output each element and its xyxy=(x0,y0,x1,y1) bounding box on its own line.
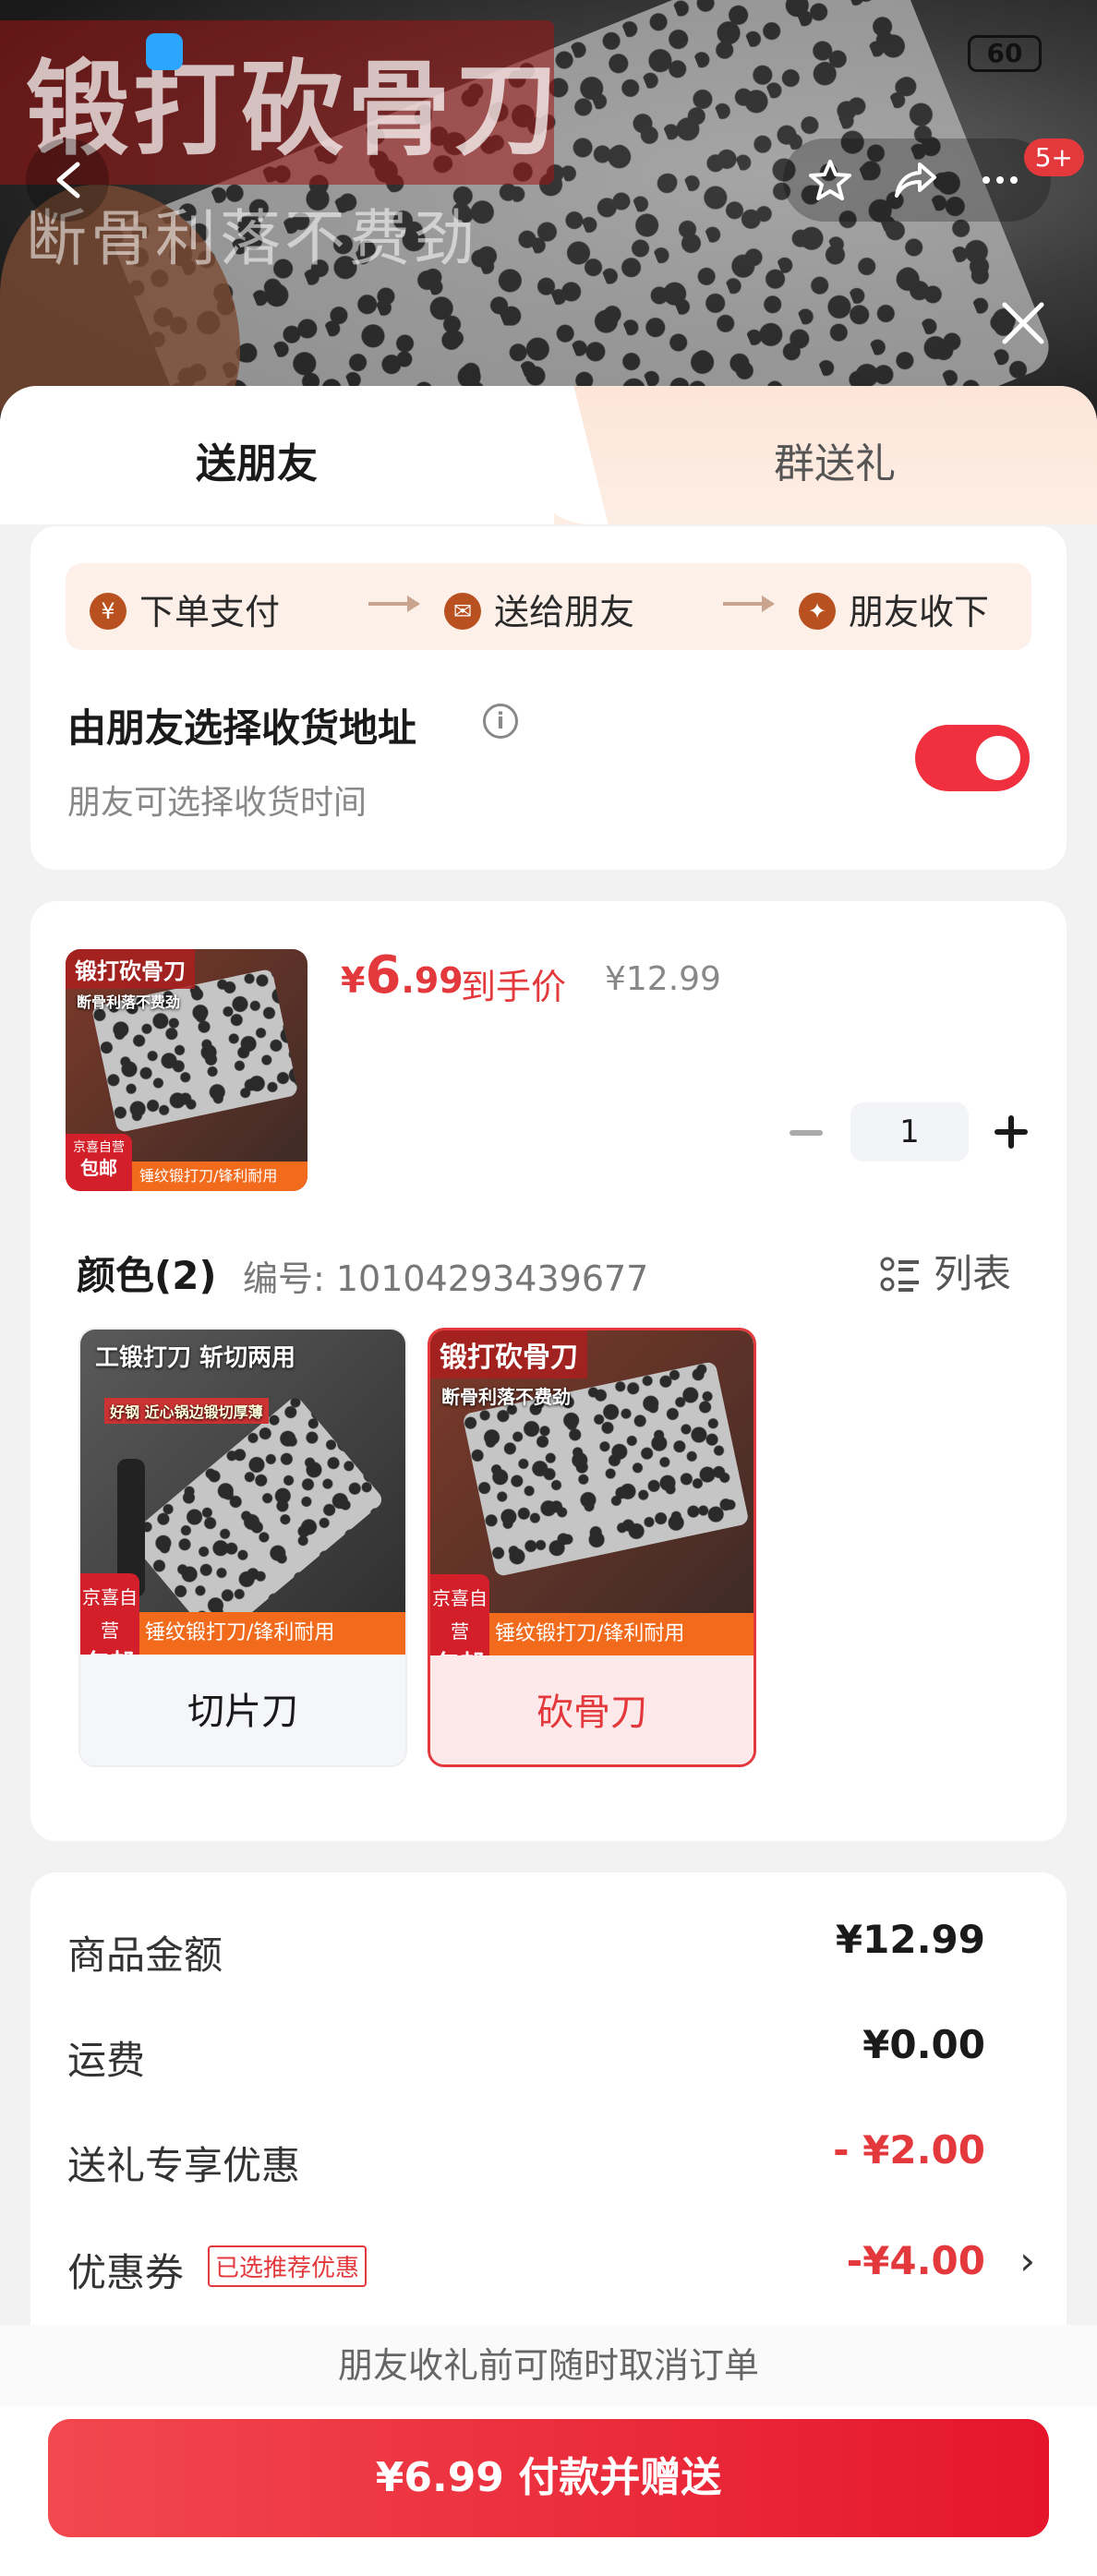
shipping-label: 运费 xyxy=(67,2038,146,2083)
info-icon[interactable]: i xyxy=(483,704,518,739)
top-action-group xyxy=(783,138,1051,222)
message-count-badge: 5+ xyxy=(1023,138,1084,176)
chevron-right-icon[interactable]: › xyxy=(1019,2238,1035,2283)
step-pay: ¥ 下单支付 xyxy=(90,584,280,634)
pay-bar: ¥6.99 付款并赠送 xyxy=(0,2406,1097,2576)
address-option-subtitle: 朋友可选择收货时间 xyxy=(67,784,368,822)
tab-group-gift[interactable]: 群送礼 xyxy=(774,430,896,489)
toggle-knob xyxy=(976,736,1020,780)
original-price: ¥12.99 xyxy=(605,960,721,998)
quantity-input[interactable]: 1 xyxy=(850,1102,969,1162)
message-notification-icon xyxy=(146,33,183,70)
final-price-label: 到手价 xyxy=(461,967,567,1007)
knife-blade-image xyxy=(126,1394,386,1643)
close-icon[interactable] xyxy=(995,295,1051,351)
goods-amount-value: ¥12.99 xyxy=(835,1917,985,1962)
back-button[interactable] xyxy=(26,138,109,222)
more-icon[interactable] xyxy=(977,157,1023,203)
thumb-caption: 锻打砍骨刀 xyxy=(66,949,195,989)
variant-subcaption: 好钢 近心锅边锻切厚薄 xyxy=(104,1398,269,1424)
wechat-icon: ✉ xyxy=(444,592,481,630)
variant-caption: 锻打砍骨刀 xyxy=(430,1330,587,1378)
gift-tabs: 送朋友 群送礼 xyxy=(0,386,1097,524)
variant-label: 砍骨刀 xyxy=(430,1655,753,1764)
gift-discount-label: 送礼专享优惠 xyxy=(67,2143,301,2188)
variant-option-slicing-knife[interactable]: 工锻打刀 斩切两用 好钢 近心锅边锻切厚薄 锤纹锻打刀/锋利耐用 京喜自营包邮 … xyxy=(78,1328,407,1767)
gift-icon: ✦ xyxy=(799,592,836,630)
final-price: ¥6.99 xyxy=(341,945,464,1005)
cancel-note: 朋友收礼前可随时取消订单 xyxy=(0,2325,1097,2406)
battery-indicator: 60 xyxy=(968,35,1042,72)
share-icon[interactable] xyxy=(892,157,938,203)
product-thumbnail[interactable]: 锻打砍骨刀 断骨利落不费劲 锤纹锻打刀/锋利耐用 京喜自营 包邮 xyxy=(66,949,307,1191)
variant-image: 工锻打刀 斩切两用 好钢 近心锅边锻切厚薄 锤纹锻打刀/锋利耐用 京喜自营包邮 xyxy=(80,1330,405,1678)
gift-steps: ¥ 下单支付 ✉ 送给朋友 ✦ 朋友收下 xyxy=(66,563,1031,650)
address-option-title: 由朋友选择收货地址 xyxy=(67,705,417,751)
shipping-value: ¥0.00 xyxy=(862,2022,985,2067)
step-receive: ✦ 朋友收下 xyxy=(799,584,989,634)
variant-label: 切片刀 xyxy=(80,1655,405,1765)
list-view-toggle[interactable]: 列表 xyxy=(880,1243,1011,1299)
quantity-decrease-button[interactable] xyxy=(790,1130,823,1136)
friend-address-toggle[interactable] xyxy=(915,725,1030,791)
list-icon xyxy=(880,1257,919,1292)
thumb-subcaption: 断骨利落不费劲 xyxy=(77,993,181,1011)
star-icon[interactable] xyxy=(807,157,853,203)
order-summary-card: 商品金额 ¥12.99 运费 ¥0.00 送礼专享优惠 - ¥2.00 优惠券 … xyxy=(30,1872,1067,2371)
variant-image: 锻打砍骨刀 断骨利落不费劲 锤纹锻打刀/锋利耐用 京喜自营包邮 xyxy=(430,1330,753,1679)
variant-title: 颜色(2) xyxy=(77,1253,217,1298)
quantity-increase-button[interactable] xyxy=(995,1115,1028,1149)
pay-and-gift-button[interactable]: ¥6.99 付款并赠送 xyxy=(48,2419,1049,2537)
status-bar: 60 xyxy=(0,0,1097,102)
arrow-right-icon xyxy=(723,596,775,612)
gift-discount-value: - ¥2.00 xyxy=(833,2127,985,2173)
variant-subcaption: 断骨利落不费劲 xyxy=(441,1386,571,1408)
tab-send-friend[interactable]: 送朋友 xyxy=(196,430,318,489)
jd-badge: 京喜自营包邮 xyxy=(430,1574,489,1679)
product-card: 锻打砍骨刀 断骨利落不费劲 锤纹锻打刀/锋利耐用 京喜自营 包邮 ¥6.99 到手… xyxy=(30,901,1067,1841)
arrow-right-icon xyxy=(368,596,420,612)
coupon-tag: 已选推荐优惠 xyxy=(208,2245,368,2287)
coupon-value[interactable]: -¥4.00 xyxy=(847,2238,985,2283)
goods-amount-label: 商品金额 xyxy=(67,1932,223,1978)
jd-badge: 京喜自营包邮 xyxy=(80,1573,139,1678)
variant-option-bone-chopper[interactable]: 锻打砍骨刀 断骨利落不费劲 锤纹锻打刀/锋利耐用 京喜自营包邮 砍骨刀 xyxy=(428,1328,756,1767)
variant-caption: 工锻打刀 斩切两用 xyxy=(95,1344,296,1372)
product-code: 编号: 10104293439677 xyxy=(243,1258,649,1299)
coupon-label: 优惠券 xyxy=(67,2250,185,2295)
jd-badge: 京喜自营包邮 xyxy=(66,1134,132,1191)
step-send: ✉ 送给朋友 xyxy=(444,584,634,634)
gift-settings-card: ¥ 下单支付 ✉ 送给朋友 ✦ 朋友收下 由朋友选择收货地址 i 朋友可选择收货时间 xyxy=(30,526,1067,870)
chevron-left-icon xyxy=(56,162,80,199)
yen-icon: ¥ xyxy=(90,592,127,630)
